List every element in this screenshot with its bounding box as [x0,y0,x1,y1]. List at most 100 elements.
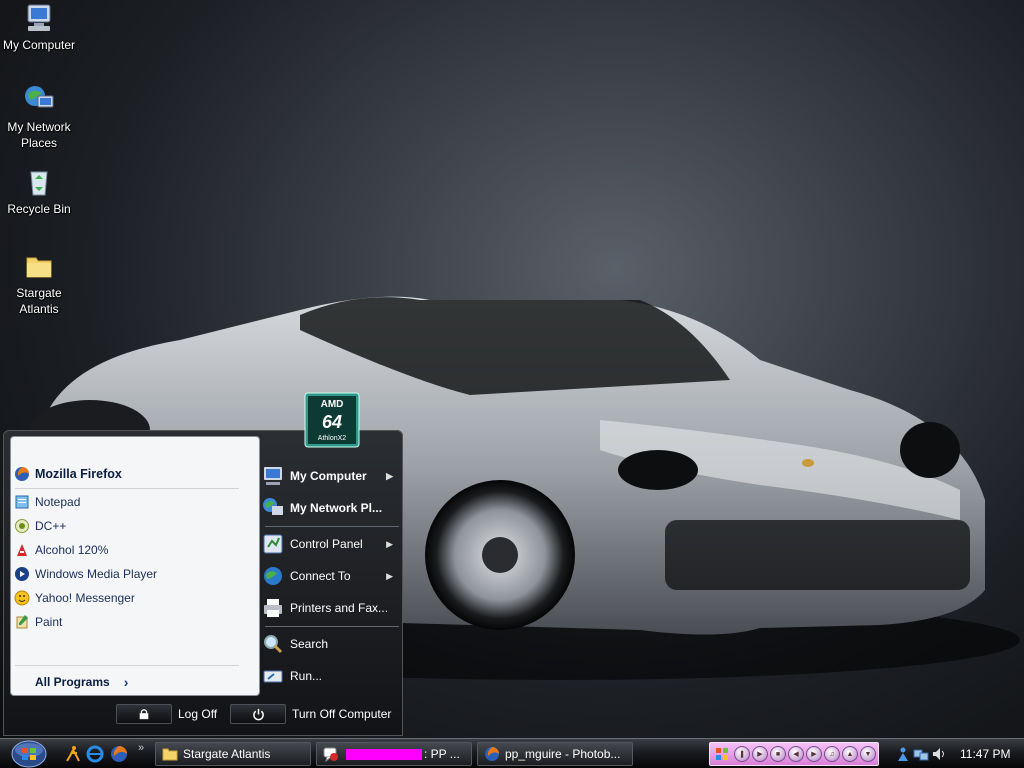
places-separator [265,626,399,627]
quick-launch-more-button[interactable]: » [138,742,144,754]
desktop-icon-recycle-bin[interactable]: Recycle Bin [0,166,78,217]
control-panel-icon [263,534,283,554]
places-label: My Computer [290,469,367,483]
previous-button[interactable]: ◀ [788,746,804,762]
desktop-icon-label: Recycle Bin [7,202,71,216]
quick-launch-ie-icon[interactable] [86,745,104,763]
my-computer-icon [27,4,51,31]
recent-item-label: Notepad [35,495,81,509]
amd-model: AthlonX2 [318,435,347,442]
submenu-arrow-icon: ▶ [386,470,393,481]
all-programs-separator [15,665,239,666]
menu-button[interactable]: ▼ [860,746,876,762]
network-places-icon [263,498,283,515]
desktop-icon-label: Stargate Atlantis [16,286,62,316]
places-separator [265,526,399,527]
media-player-toolbar: ❚ ▶ ■ ◀ ▶ ♫ ▲ ▼ [709,742,879,766]
places-connect-to[interactable]: Connect To ▶ [261,562,399,590]
taskbar-clock[interactable]: 11:47 PM [960,747,1010,761]
task-label-suffix: : PP ... [424,747,460,761]
all-programs-label: All Programs [35,675,110,689]
recent-item-label: Alcohol 120% [35,543,109,557]
paint-icon [16,615,28,629]
recent-item-dcpp[interactable]: DC++ [11,515,251,537]
places-my-computer[interactable]: My Computer ▶ [261,462,399,490]
log-off-button[interactable]: Log Off [116,704,217,724]
all-programs-button[interactable]: All Programs › [35,674,128,690]
amd-athlon-badge: AMD 64 AthlonX2 [304,392,360,448]
recent-item-alcohol[interactable]: Alcohol 120% [11,539,251,561]
recent-item-notepad[interactable]: Notepad [11,491,251,513]
printer-icon [264,599,282,617]
task-chat-window[interactable]: : PP ... [316,742,472,766]
places-label: Run... [290,669,323,683]
log-off-label: Log Off [178,707,218,721]
windows-logo-icon [716,748,728,760]
chevron-right-icon: › [123,674,129,690]
taskbar: » Stargate Atlantis : PP ... pp_mguire -… [0,738,1024,768]
dcpp-icon [15,519,29,533]
start-menu-programs-pane: Mozilla Firefox Notepad DC++ Alcohol 120… [10,436,260,696]
search-icon [264,635,283,654]
pinned-separator [15,488,239,489]
folder-icon [26,257,52,278]
alcohol-icon [17,544,27,556]
turn-off-button[interactable]: Turn Off Computer [230,704,391,724]
desktop-icon-my-computer[interactable]: My Computer [0,2,78,53]
places-control-panel[interactable]: Control Panel ▶ [261,530,399,558]
lock-icon [139,709,149,720]
folder-icon [162,748,178,761]
places-run[interactable]: Run... [261,662,399,690]
turn-off-label: Turn Off Computer [292,707,392,721]
recent-item-yahoo-messenger[interactable]: Yahoo! Messenger [11,587,251,609]
recent-item-media-player[interactable]: Windows Media Player [11,563,251,585]
recent-item-label: Windows Media Player [35,567,158,581]
volume-button[interactable]: ▲ [842,746,858,762]
desktop-icon-stargate-atlantis[interactable]: Stargate Atlantis [0,250,78,317]
mute-button[interactable]: ♫ [824,746,840,762]
chat-icon [323,747,338,762]
quick-launch-firefox-icon[interactable] [110,745,128,763]
submenu-arrow-icon: ▶ [386,538,393,549]
quick-launch-runner-icon[interactable] [64,745,82,763]
task-photobucket[interactable]: pp_mguire - Photob... [477,742,633,766]
messenger-tray-icon[interactable] [895,746,911,762]
submenu-arrow-icon: ▶ [386,570,393,581]
pinned-item-firefox[interactable]: Mozilla Firefox [11,463,251,485]
pause-button[interactable]: ❚ [734,746,750,762]
next-button[interactable]: ▶ [806,746,822,762]
network-tray-icon[interactable] [913,746,929,762]
run-icon [263,670,283,683]
recent-item-label: Yahoo! Messenger [35,591,135,605]
notepad-icon [15,495,29,509]
task-stargate-atlantis[interactable]: Stargate Atlantis [155,742,311,766]
task-label: pp_mguire - Photob... [505,747,621,761]
recent-item-label: Paint [35,615,63,629]
places-label: Printers and Fax... [290,601,389,615]
recycle-bin-icon [30,171,48,196]
play-button[interactable]: ▶ [752,746,768,762]
start-button[interactable] [9,740,49,768]
places-search[interactable]: Search [261,630,399,658]
stop-button[interactable]: ■ [770,746,786,762]
globe-icon [264,567,282,585]
amd-brand: AMD [321,399,344,410]
places-label: My Network Pl... [290,501,383,515]
network-places-icon [25,86,54,108]
places-label: Control Panel [290,537,363,551]
desktop-icon-label: My Computer [2,38,76,52]
volume-tray-icon[interactable] [931,746,947,762]
yahoo-messenger-icon [14,590,30,606]
firefox-icon [485,747,499,761]
start-menu-places-pane: My Computer ▶ My Network Pl... Control P… [259,460,403,696]
start-menu: AMD 64 AthlonX2 Mozilla Firefox Notepad … [3,392,403,736]
places-printers[interactable]: Printers and Fax... [261,594,399,622]
media-player-icon [15,567,29,581]
places-my-network[interactable]: My Network Pl... [261,494,399,522]
pinned-item-label: Mozilla Firefox [35,467,122,481]
desktop-icon-my-network-places[interactable]: My Network Places [0,84,78,151]
recent-item-paint[interactable]: Paint [11,611,251,633]
places-label: Connect To [290,569,351,583]
my-computer-icon [264,467,282,485]
amd-number: 64 [322,412,342,432]
